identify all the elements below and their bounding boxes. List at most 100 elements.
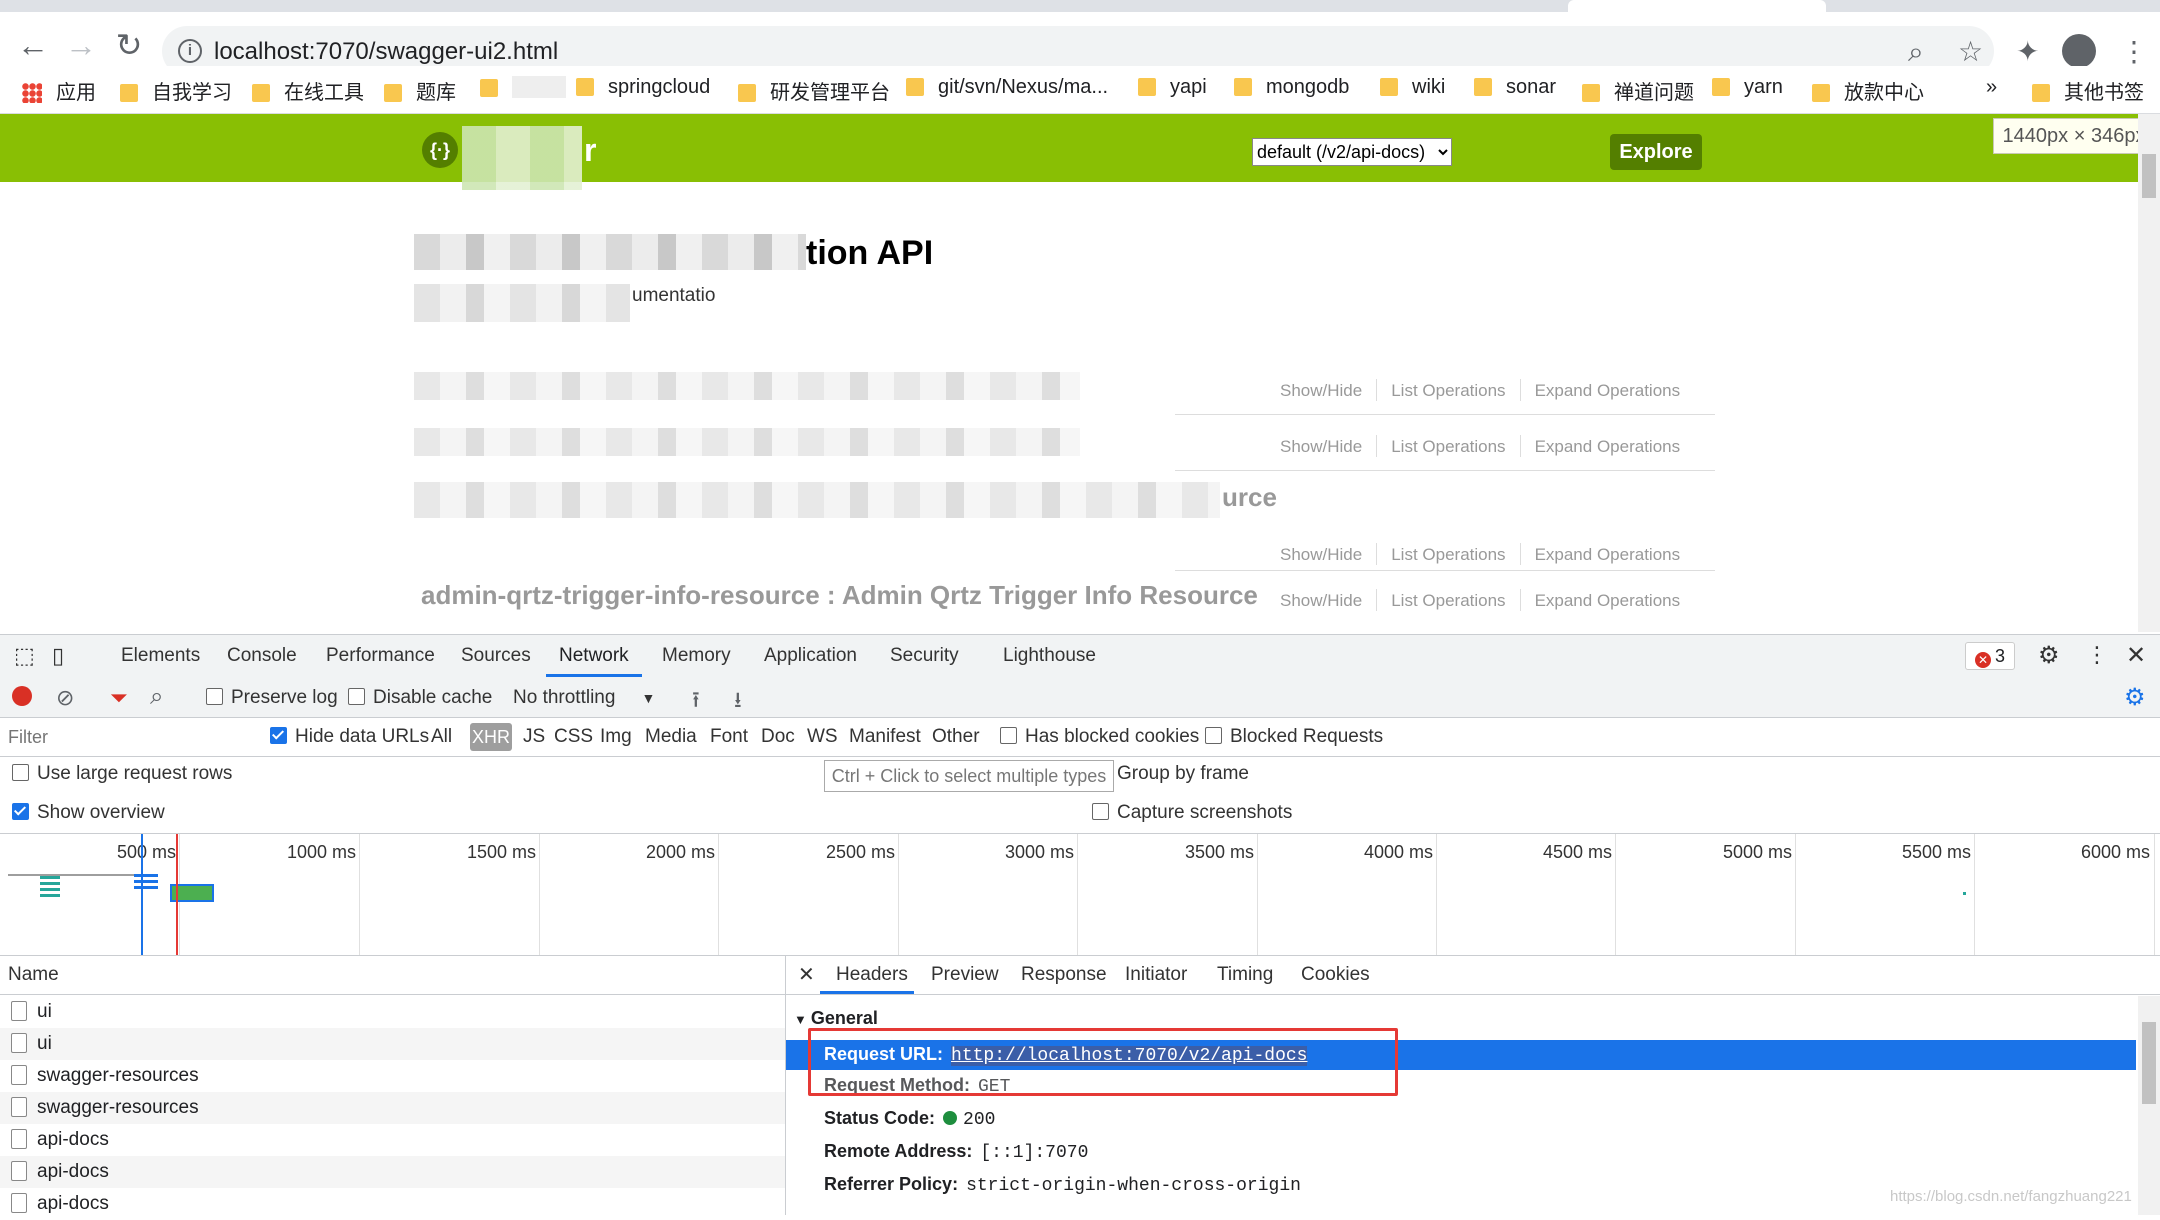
zoom-icon[interactable]: ⌕ — [1908, 38, 1924, 66]
show-hide-link[interactable]: Show/Hide — [1280, 545, 1362, 564]
bookmark-item[interactable]: 在线工具 — [252, 76, 364, 105]
bookmark-other[interactable]: 其他书签 — [2032, 76, 2144, 105]
tab-security[interactable]: Security — [890, 645, 959, 667]
tab-elements[interactable]: Elements — [121, 645, 200, 667]
tab-application[interactable]: Application — [764, 645, 857, 667]
table-row[interactable]: ui — [0, 996, 785, 1028]
type-filter-img[interactable]: Img — [600, 726, 632, 748]
bookmark-item[interactable]: yapi — [1138, 76, 1207, 99]
tab-network[interactable]: Network — [559, 645, 629, 667]
list-operations-link[interactable]: List Operations — [1391, 381, 1505, 400]
expand-operations-link[interactable]: Expand Operations — [1535, 381, 1681, 400]
type-filter-doc[interactable]: Doc — [761, 726, 795, 748]
bookmark-item[interactable]: 自我学习 — [120, 76, 232, 105]
site-info-icon[interactable]: i — [178, 39, 202, 63]
tab-cookies[interactable]: Cookies — [1301, 964, 1370, 986]
expand-operations-link[interactable]: Expand Operations — [1535, 437, 1681, 456]
resource-title[interactable]: admin-qrtz-trigger-info-resource : Admin… — [421, 580, 1258, 611]
checkbox[interactable] — [270, 727, 287, 744]
tab-sources[interactable]: Sources — [461, 645, 531, 667]
forward-icon[interactable]: → — [64, 28, 98, 62]
disable-cache-toggle[interactable]: Disable cache — [348, 687, 492, 709]
type-filter-other[interactable]: Other — [932, 726, 980, 748]
bookmark-apps[interactable]: 应用 — [22, 76, 96, 105]
bookmark-item[interactable]: 题库 — [384, 76, 456, 105]
search-icon[interactable]: ⌕ — [150, 683, 163, 711]
table-row[interactable]: api-docs — [0, 1156, 785, 1188]
checkbox[interactable] — [1092, 803, 1109, 820]
bookmark-overflow[interactable]: » — [1986, 76, 1997, 99]
extensions-icon[interactable]: ✦ — [2016, 38, 2039, 66]
inspect-element-icon[interactable]: ⬚ — [14, 643, 35, 669]
show-hide-link[interactable]: Show/Hide — [1280, 437, 1362, 456]
type-filter-css[interactable]: CSS — [554, 726, 593, 748]
show-hide-link[interactable]: Show/Hide — [1280, 381, 1362, 400]
import-har-icon[interactable]: ⭱ — [692, 683, 700, 721]
table-row[interactable]: swagger-resources — [0, 1060, 785, 1092]
table-row[interactable]: ui — [0, 1028, 785, 1060]
filter-input[interactable] — [6, 723, 250, 751]
group-by-frame-toggle[interactable]: Group by frame — [1092, 763, 1249, 785]
device-toolbar-icon[interactable]: ▯ — [52, 643, 64, 669]
tab-lighthouse[interactable]: Lighthouse — [1003, 645, 1096, 667]
bookmark-item[interactable]: sonar — [1474, 76, 1556, 99]
tab-memory[interactable]: Memory — [662, 645, 731, 667]
tab-headers[interactable]: Headers — [836, 964, 908, 986]
tab-preview[interactable]: Preview — [931, 964, 999, 986]
capture-screenshots-toggle[interactable]: Capture screenshots — [1092, 802, 1292, 824]
active-tab[interactable] — [1568, 0, 1826, 12]
show-hide-link[interactable]: Show/Hide — [1280, 591, 1362, 610]
filter-icon[interactable]: ⏷ — [110, 685, 128, 711]
profile-avatar[interactable] — [2062, 34, 2096, 68]
bookmark-item[interactable]: 研发管理平台 — [738, 76, 890, 105]
reload-icon[interactable]: ↻ — [112, 28, 146, 62]
url-text[interactable]: localhost:7070/swagger-ui2.html — [214, 38, 558, 66]
bookmark-item[interactable]: 禅道问题 — [1582, 76, 1694, 105]
close-detail-icon[interactable]: ✕ — [798, 962, 815, 987]
list-operations-link[interactable]: List Operations — [1391, 545, 1505, 564]
checkbox[interactable] — [12, 764, 29, 781]
type-filter-all[interactable]: All — [431, 726, 452, 748]
settings-gear-icon[interactable]: ⚙ — [2038, 641, 2060, 670]
spec-select[interactable]: default (/v2/api-docs) — [1252, 138, 1452, 166]
clear-icon[interactable]: ⊘ — [56, 685, 74, 711]
bookmark-item[interactable]: springcloud — [576, 76, 710, 99]
close-devtools-icon[interactable]: ✕ — [2126, 641, 2146, 670]
menu-icon[interactable]: ⋮ — [2120, 38, 2148, 66]
record-button[interactable] — [12, 686, 32, 706]
network-settings-icon[interactable]: ⚙ — [2124, 683, 2146, 712]
expand-operations-link[interactable]: Expand Operations — [1535, 591, 1681, 610]
large-rows-toggle[interactable]: Use large request rows — [12, 763, 232, 785]
tab-performance[interactable]: Performance — [326, 645, 435, 667]
detail-scrollbar[interactable] — [2138, 996, 2160, 1215]
type-filter-ws[interactable]: WS — [807, 726, 838, 748]
list-operations-link[interactable]: List Operations — [1391, 591, 1505, 610]
checkbox[interactable] — [1000, 727, 1017, 744]
list-operations-link[interactable]: List Operations — [1391, 437, 1505, 456]
type-filter-font[interactable]: Font — [710, 726, 748, 748]
resource-title-fragment[interactable]: urce — [1222, 482, 1277, 513]
bookmark-item[interactable]: 放款中心 — [1812, 76, 1924, 105]
checkbox[interactable] — [12, 803, 29, 820]
checkbox[interactable] — [348, 688, 365, 705]
bookmark-item[interactable]: mongodb — [1234, 76, 1349, 99]
type-filter-media[interactable]: Media — [645, 726, 697, 748]
expand-operations-link[interactable]: Expand Operations — [1535, 545, 1681, 564]
bookmark-item[interactable]: git/svn/Nexus/ma... — [906, 76, 1108, 99]
bookmark-item[interactable]: wiki — [1380, 76, 1445, 99]
table-row[interactable]: swagger-resources — [0, 1092, 785, 1124]
tab-response[interactable]: Response — [1021, 964, 1107, 986]
bookmark-item-redacted[interactable] — [480, 76, 566, 100]
tab-console[interactable]: Console — [227, 645, 297, 667]
checkbox[interactable] — [206, 688, 223, 705]
tab-initiator[interactable]: Initiator — [1125, 964, 1187, 986]
error-count-badge[interactable]: ✕ 3 — [1965, 642, 2015, 670]
bookmark-star-icon[interactable]: ☆ — [1958, 38, 1983, 66]
back-icon[interactable]: ← — [16, 28, 50, 62]
hide-data-urls-toggle[interactable]: Hide data URLs — [270, 726, 429, 748]
page-scrollbar[interactable] — [2138, 114, 2160, 632]
type-filter-js[interactable]: JS — [523, 726, 545, 748]
remote-address-row[interactable]: Remote Address: [::1]:7070 — [824, 1141, 1088, 1163]
table-row[interactable]: api-docs — [0, 1124, 785, 1156]
type-filter-manifest[interactable]: Manifest — [849, 726, 921, 748]
